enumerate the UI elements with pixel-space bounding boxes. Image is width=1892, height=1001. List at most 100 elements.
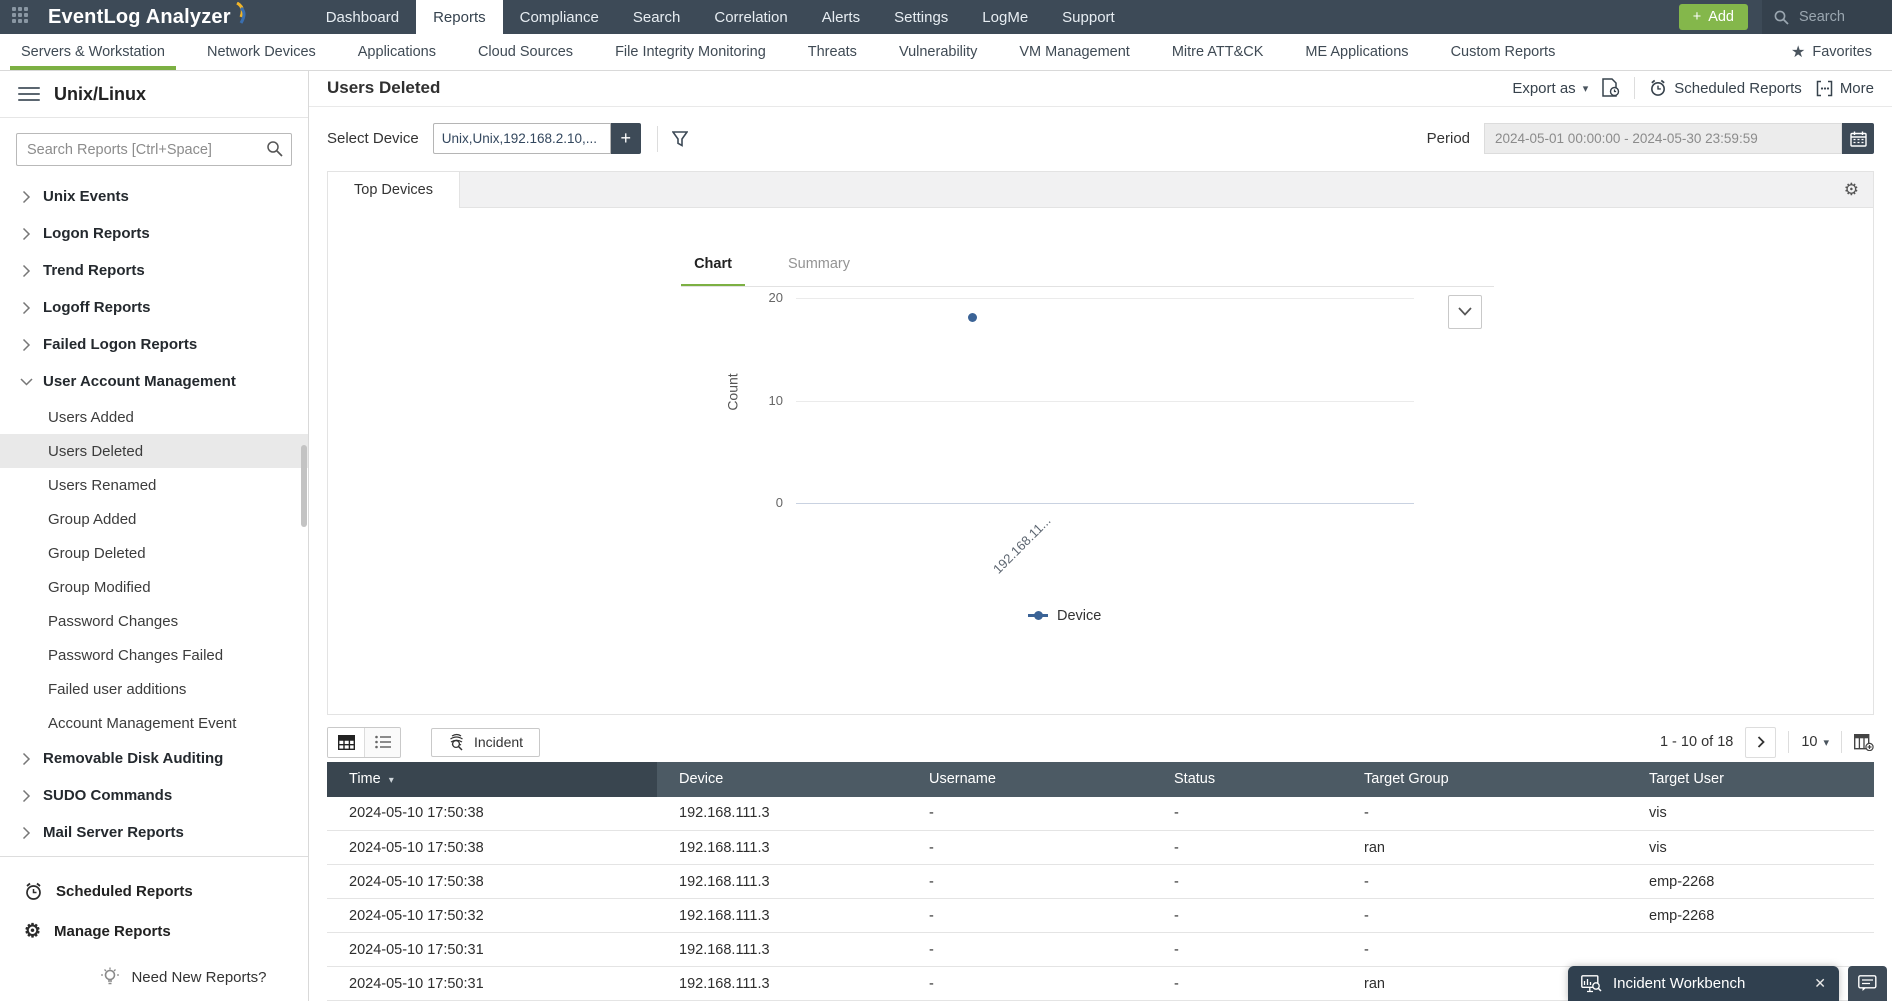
- app-grid-icon[interactable]: [12, 7, 32, 27]
- report-category-item[interactable]: File Integrity Monitoring: [594, 34, 787, 70]
- divider: [1634, 77, 1636, 100]
- export-schedule-icon[interactable]: [1602, 78, 1620, 98]
- favorites-button[interactable]: ★ Favorites: [1771, 34, 1892, 70]
- report-tree-item[interactable]: SUDO Commands: [0, 777, 308, 814]
- chart-options-dropdown[interactable]: [1448, 294, 1482, 329]
- report-tree-item[interactable]: Users Added: [0, 400, 308, 434]
- report-tree-item[interactable]: Removable Disk Auditing: [0, 740, 308, 777]
- report-category-item[interactable]: Threats: [787, 34, 878, 70]
- period-label: Period: [1426, 130, 1470, 148]
- report-category-item[interactable]: Cloud Sources: [457, 34, 594, 70]
- more-menu[interactable]: More: [1816, 80, 1874, 97]
- sidebar-footer: Scheduled Reports ⚙ Manage Reports Need …: [0, 856, 308, 1001]
- primary-nav-item[interactable]: Settings: [877, 0, 965, 34]
- report-category-item[interactable]: Network Devices: [186, 34, 337, 70]
- report-tree-item[interactable]: Account Management Event: [0, 706, 308, 740]
- column-header-time[interactable]: Time ▾: [327, 761, 657, 797]
- plus-icon: +: [1692, 9, 1702, 25]
- tab-summary[interactable]: Summary: [781, 256, 857, 284]
- report-tree-item[interactable]: Password Changes Failed: [0, 638, 308, 672]
- report-tree-item[interactable]: Unix Events: [0, 178, 308, 215]
- table-row[interactable]: 2024-05-10 17:50:38 192.168.111.3 - - ra…: [327, 830, 1874, 865]
- table-row[interactable]: 2024-05-10 17:50:38 192.168.111.3 - - - …: [327, 796, 1874, 831]
- column-header-status[interactable]: Status: [1152, 761, 1342, 797]
- column-header-username[interactable]: Username: [907, 761, 1152, 797]
- tab-chart[interactable]: Chart: [681, 256, 745, 284]
- panel-settings-gear-icon[interactable]: ⚙: [1830, 172, 1873, 207]
- chevron-right-icon: [22, 264, 31, 278]
- column-header-target-group[interactable]: Target Group: [1342, 761, 1627, 797]
- next-page-button[interactable]: [1745, 726, 1777, 758]
- incident-workbench-popup[interactable]: Incident Workbench ✕: [1568, 966, 1839, 1001]
- grid-view-button[interactable]: [328, 727, 364, 757]
- lightbulb-icon: [101, 967, 120, 985]
- report-category-item[interactable]: VM Management: [998, 34, 1150, 70]
- y-axis-label: Count: [724, 372, 741, 411]
- device-input[interactable]: [432, 123, 611, 155]
- report-tree-item[interactable]: User Account Management: [0, 363, 308, 400]
- primary-nav-item[interactable]: Reports: [416, 0, 503, 34]
- report-tree-item[interactable]: Trend Reports: [0, 252, 308, 289]
- sort-desc-icon: ▾: [388, 775, 394, 786]
- cell-time: 2024-05-10 17:50:38: [327, 864, 657, 899]
- report-category-item[interactable]: Custom Reports: [1430, 34, 1577, 70]
- report-tree-item[interactable]: Users Deleted: [0, 434, 308, 468]
- cell-time: 2024-05-10 17:50:32: [327, 898, 657, 933]
- tab-top-devices[interactable]: Top Devices: [328, 171, 460, 208]
- report-search-input[interactable]: [16, 133, 292, 166]
- report-tree-item[interactable]: Mail Server Reports: [0, 814, 308, 851]
- add-button[interactable]: + Add: [1678, 4, 1748, 30]
- list-view-button[interactable]: [364, 727, 400, 757]
- filter-row: Select Device + Period: [309, 107, 1892, 171]
- primary-nav-item[interactable]: Alerts: [805, 0, 877, 34]
- primary-nav-item[interactable]: Correlation: [697, 0, 804, 34]
- add-column-icon[interactable]: [1854, 733, 1874, 751]
- table-row[interactable]: 2024-05-10 17:50:38 192.168.111.3 - - - …: [327, 864, 1874, 899]
- table-row[interactable]: 2024-05-10 17:50:31 192.168.111.3 - - -: [327, 932, 1874, 967]
- report-tree-item[interactable]: Logoff Reports: [0, 289, 308, 326]
- data-point-device[interactable]: [968, 312, 977, 322]
- app-logo[interactable]: EventLog Analyzer: [42, 0, 255, 34]
- primary-nav-item[interactable]: Dashboard: [309, 0, 416, 34]
- close-icon[interactable]: ✕: [1814, 975, 1826, 992]
- filter-icon[interactable]: [671, 130, 688, 147]
- primary-nav-item[interactable]: LogMe: [965, 0, 1045, 34]
- sidebar-scheduled-reports[interactable]: Scheduled Reports: [0, 871, 308, 911]
- report-tree-item[interactable]: Failed user additions: [0, 672, 308, 706]
- report-tree-item[interactable]: Password Changes: [0, 604, 308, 638]
- add-device-button[interactable]: +: [610, 123, 641, 155]
- report-category-item[interactable]: Mitre ATT&CK: [1151, 34, 1285, 70]
- export-as-dropdown[interactable]: Export as ▾: [1512, 80, 1588, 97]
- report-tree-item[interactable]: Failed Logon Reports: [0, 326, 308, 363]
- report-tree-item[interactable]: Group Modified: [0, 570, 308, 604]
- report-tree-item[interactable]: Group Deleted: [0, 536, 308, 570]
- sidebar-scrollbar[interactable]: [301, 445, 307, 527]
- cell-username: -: [907, 966, 1152, 1001]
- report-tree-item[interactable]: Group Added: [0, 502, 308, 536]
- column-header-target-user[interactable]: Target User: [1627, 761, 1874, 797]
- incident-button[interactable]: Incident: [431, 727, 541, 757]
- primary-nav-item[interactable]: Search: [616, 0, 698, 34]
- report-tree-item[interactable]: Users Renamed: [0, 468, 308, 502]
- primary-nav-item[interactable]: Compliance: [503, 0, 616, 34]
- report-tree-item[interactable]: Logon Reports: [0, 215, 308, 252]
- global-search[interactable]: Search: [1762, 0, 1892, 34]
- page-size-dropdown[interactable]: 10 ▾: [1801, 734, 1829, 750]
- table-row[interactable]: 2024-05-10 17:50:32 192.168.111.3 - - - …: [327, 898, 1874, 933]
- sidebar-manage-reports[interactable]: ⚙ Manage Reports: [0, 911, 308, 951]
- column-header-device[interactable]: Device: [657, 761, 907, 797]
- scheduled-reports-button[interactable]: Scheduled Reports: [1649, 79, 1802, 97]
- chart-legend[interactable]: Device: [1028, 608, 1101, 624]
- grid-view-icon: [337, 734, 355, 750]
- report-category-item[interactable]: Servers & Workstation: [0, 34, 186, 70]
- calendar-button[interactable]: [1842, 123, 1874, 155]
- cell-device: 192.168.111.3: [657, 864, 907, 899]
- report-category-item[interactable]: Applications: [337, 34, 457, 70]
- need-new-reports[interactable]: Need New Reports?: [60, 967, 308, 987]
- period-input[interactable]: [1484, 123, 1842, 155]
- hamburger-menu-icon[interactable]: [18, 87, 40, 101]
- report-category-item[interactable]: ME Applications: [1284, 34, 1429, 70]
- feedback-chat-button[interactable]: [1848, 966, 1887, 1001]
- primary-nav-item[interactable]: Support: [1045, 0, 1132, 34]
- report-category-item[interactable]: Vulnerability: [878, 34, 998, 70]
